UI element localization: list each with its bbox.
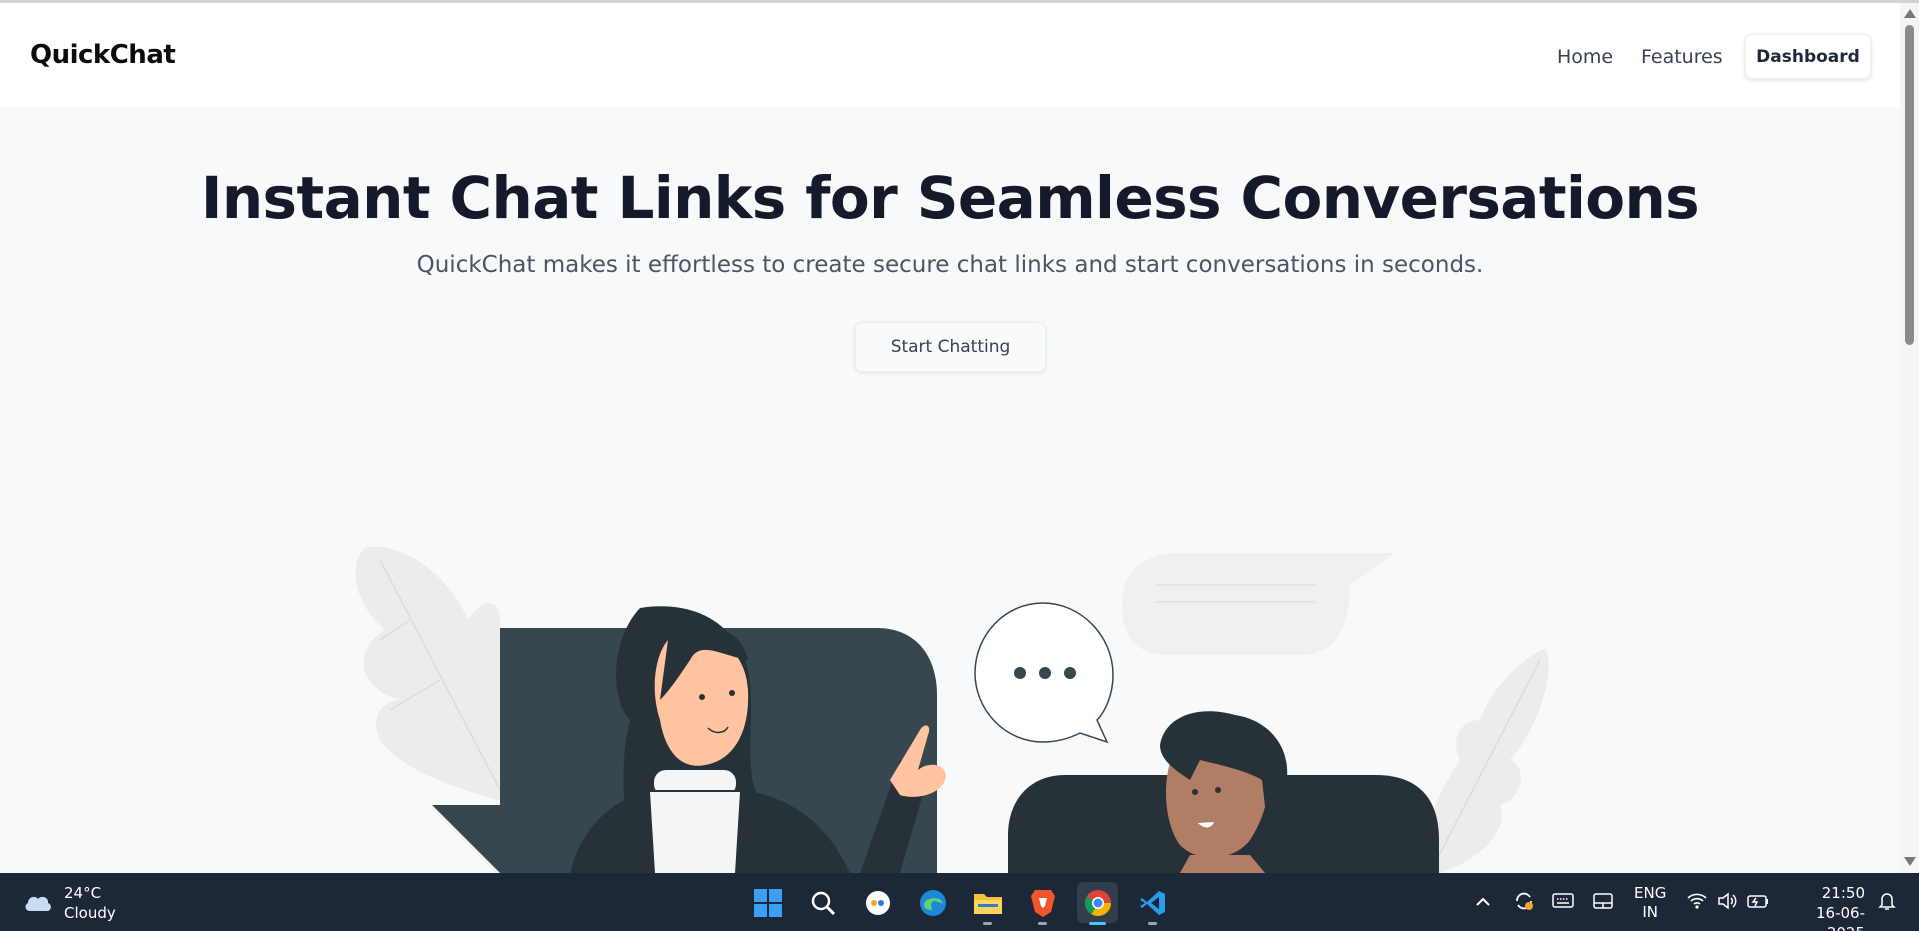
wifi-icon[interactable] <box>1686 890 1708 912</box>
sync-icon[interactable] <box>1512 889 1536 913</box>
windows-taskbar: 24°C Cloudy ENG IN 21:50 16-06- <box>0 873 1919 931</box>
cloud-icon <box>25 896 51 911</box>
windows-start-icon[interactable] <box>747 882 788 923</box>
battery-icon[interactable] <box>1746 890 1770 912</box>
notifications-icon[interactable] <box>1876 890 1898 912</box>
volume-icon[interactable] <box>1716 890 1738 912</box>
page-scrollbar[interactable] <box>1900 3 1919 873</box>
region-code: IN <box>1642 903 1658 921</box>
scrollbar-thumb[interactable] <box>1905 25 1914 345</box>
clock-date: 16-06-2025 <box>1816 904 1865 931</box>
chat-illustration <box>355 546 1549 873</box>
taskbar-apps <box>747 882 1173 925</box>
search-icon[interactable] <box>802 882 843 923</box>
clock-time: 21:50 <box>1821 884 1865 902</box>
vscode-icon[interactable] <box>1132 882 1173 925</box>
copilot-icon[interactable] <box>857 882 898 923</box>
show-hidden-icons-chevron-icon[interactable] <box>1474 893 1492 911</box>
leaf-left <box>355 546 500 800</box>
system-clock[interactable]: 21:50 16-06-2025 <box>1785 883 1865 931</box>
chrome-browser-icon[interactable] <box>1077 882 1118 925</box>
brave-browser-icon[interactable] <box>1022 882 1063 925</box>
language-code: ENG <box>1634 884 1667 902</box>
faded-speech-bubble <box>1122 553 1395 655</box>
typing-speech-bubble <box>974 602 1114 744</box>
file-explorer-icon[interactable] <box>967 882 1008 925</box>
scroll-down-arrow-icon[interactable] <box>1904 857 1916 866</box>
weather-temp: 24°C <box>64 884 102 902</box>
keyboard-icon[interactable] <box>1552 891 1574 911</box>
weather-condition: Cloudy <box>64 904 116 922</box>
touchpad-icon[interactable] <box>1592 891 1614 911</box>
edge-browser-icon[interactable] <box>912 882 953 923</box>
scroll-up-arrow-icon[interactable] <box>1904 9 1916 18</box>
weather-widget[interactable]: 24°C Cloudy <box>22 883 116 923</box>
language-indicator[interactable]: ENG IN <box>1634 884 1666 922</box>
